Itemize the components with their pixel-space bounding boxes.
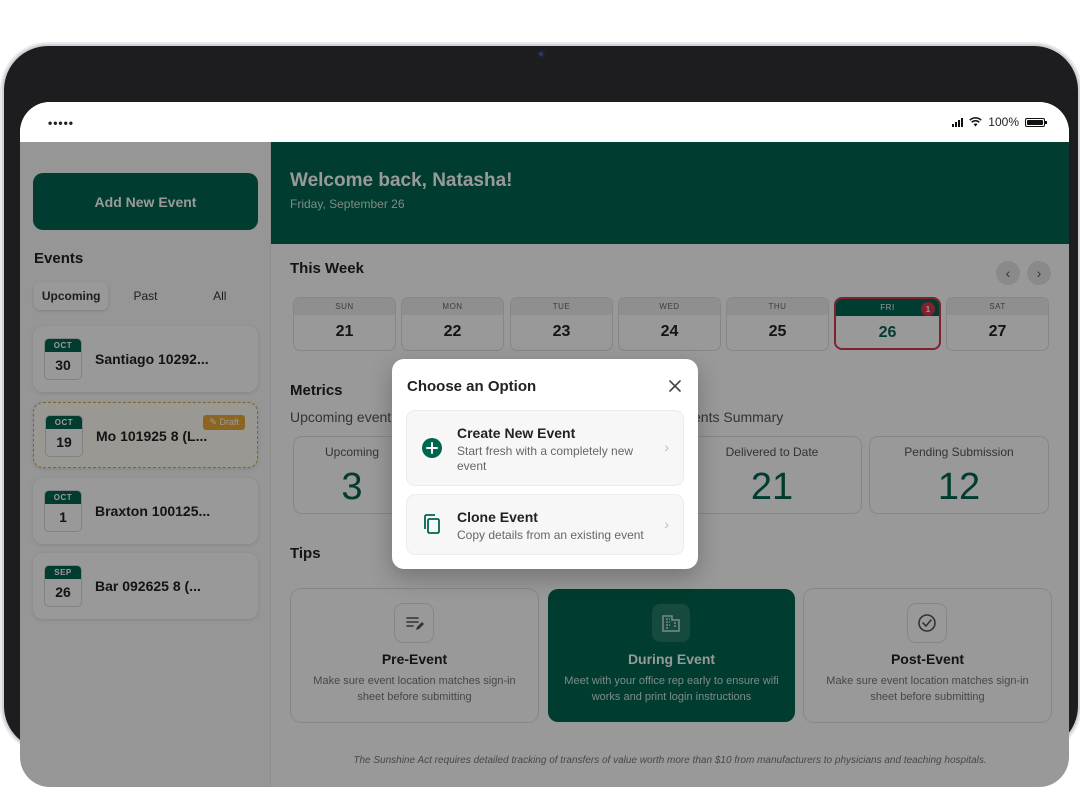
chevron-right-icon: ›: [664, 516, 669, 532]
power-button: [79, 42, 97, 45]
camera-notch: [505, 46, 577, 64]
battery-icon: [1025, 117, 1047, 127]
signal-icon: [952, 117, 964, 127]
plus-circle-icon: [421, 437, 443, 459]
option-title: Clone Event: [457, 509, 538, 525]
modal-title: Choose an Option: [407, 378, 537, 395]
battery-percent: 100%: [988, 115, 1019, 129]
camera-lens: [537, 50, 545, 58]
tablet-screen: ••••• 100% Add New Event Events Upcoming…: [20, 102, 1069, 787]
tablet-frame: ••••• 100% Add New Event Events Upcoming…: [4, 46, 1078, 787]
clone-event-option[interactable]: Clone Event Copy details from an existin…: [407, 495, 683, 554]
option-title: Create New Event: [457, 425, 576, 441]
status-bar: ••••• 100%: [20, 102, 1069, 142]
chevron-right-icon: ›: [664, 439, 669, 455]
wifi-icon: [969, 117, 983, 127]
option-description: Start fresh with a completely new event: [457, 444, 634, 473]
option-description: Copy details from an existing event: [457, 528, 644, 542]
create-new-event-option[interactable]: Create New Event Start fresh with a comp…: [407, 411, 683, 485]
close-icon: [669, 380, 681, 392]
copy-icon: [421, 513, 443, 535]
status-right: 100%: [952, 115, 1047, 129]
close-button[interactable]: [664, 375, 686, 397]
volume-button: [55, 42, 73, 45]
choose-option-modal: Choose an Option Create New Event Start …: [392, 359, 698, 569]
status-dots: •••••: [48, 116, 75, 130]
